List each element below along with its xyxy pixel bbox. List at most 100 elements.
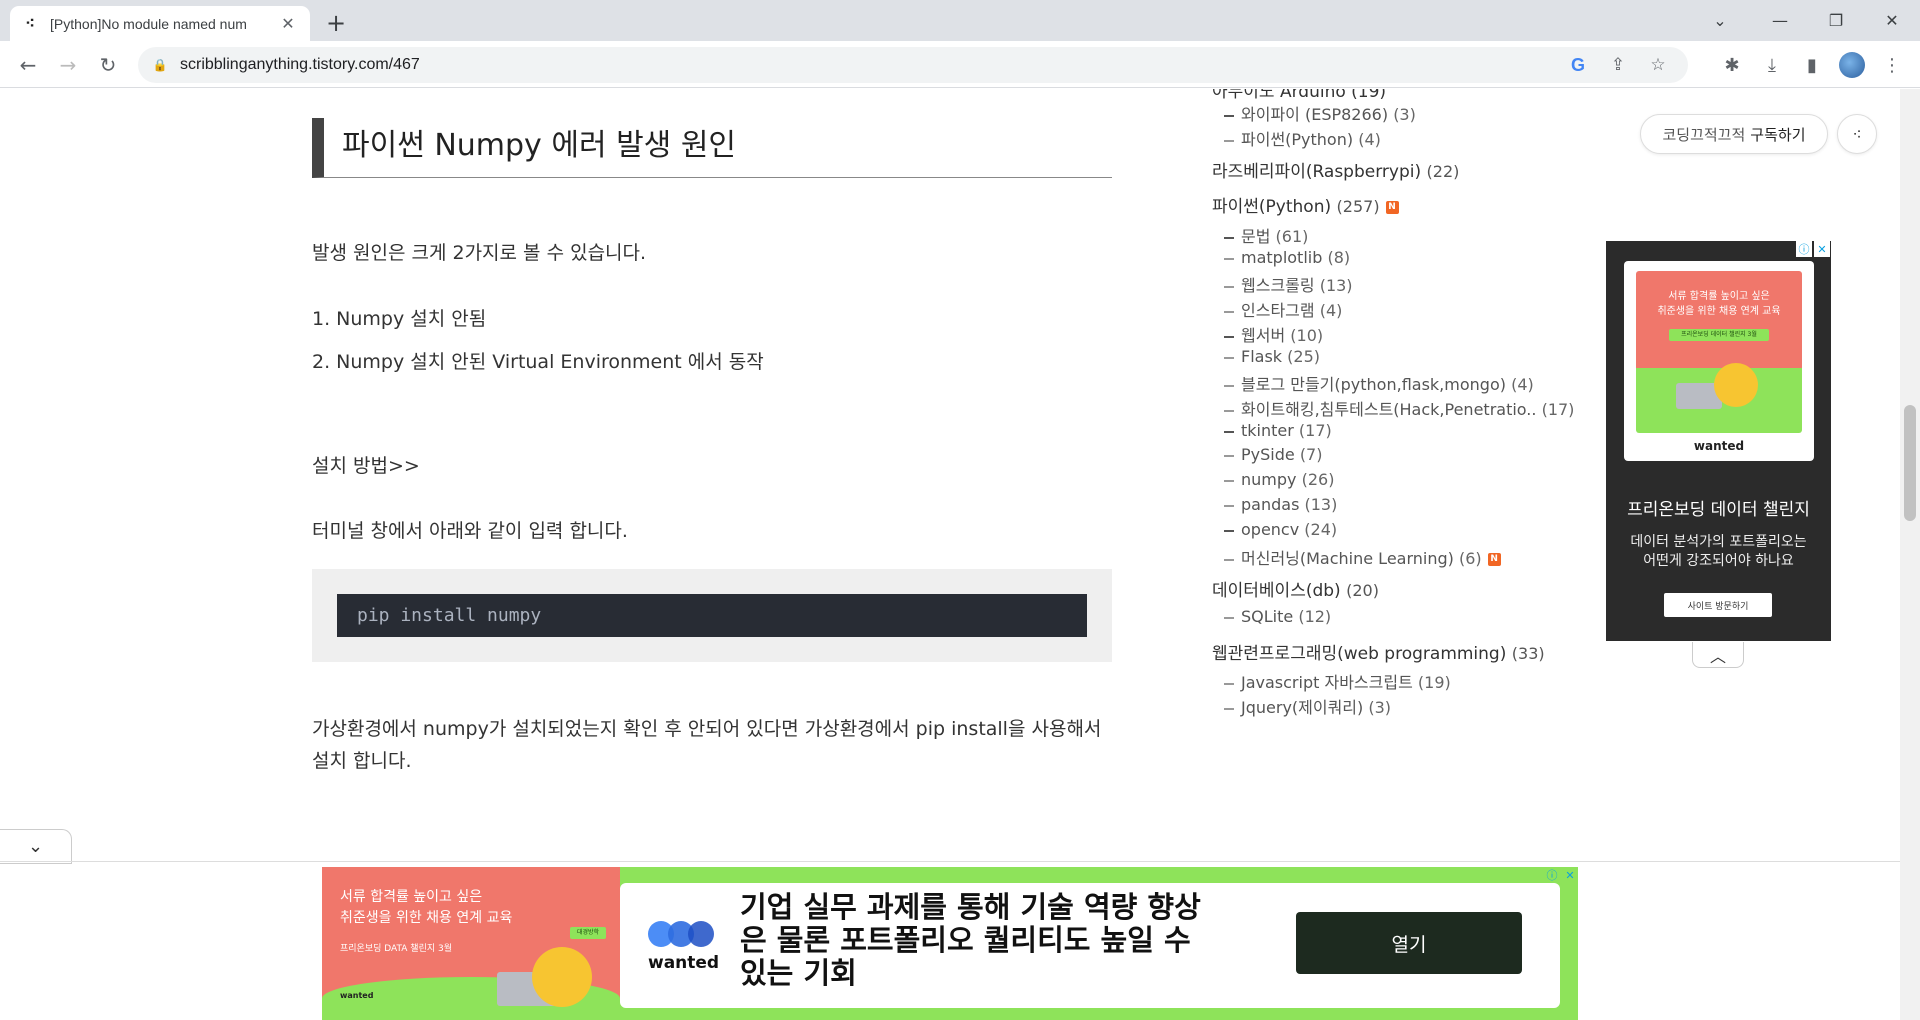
subcategory-link[interactable]: matplotlib (8) [1224, 248, 1350, 267]
restore-button[interactable]: ❐ [1808, 0, 1864, 41]
category-label: 웹서버 [1241, 326, 1286, 345]
category-label: PySide [1241, 445, 1295, 464]
dash-icon [1224, 529, 1234, 532]
category-count: (20) [1346, 581, 1379, 600]
dash-icon [1224, 616, 1234, 619]
category-label: 블로그 만들기(python,flask,mongo) [1241, 375, 1506, 394]
dash-icon [1224, 335, 1234, 338]
category-count: (24) [1304, 520, 1338, 539]
divider [0, 861, 1900, 862]
subcategory-link[interactable]: 머신러닝(Machine Learning) (6) N [1224, 545, 1501, 569]
wanted-logo-text: wanted [648, 953, 720, 973]
subcategory-link[interactable]: numpy (26) [1224, 470, 1334, 489]
dash-icon [1224, 384, 1234, 387]
google-translate-icon[interactable]: G [1562, 49, 1594, 81]
tab-search-icon[interactable]: ⌄ [1692, 0, 1748, 41]
download-icon[interactable]: ⤓ [1756, 49, 1788, 81]
subscribe-button[interactable]: 코딩끄적끄적 구독하기 [1640, 114, 1828, 154]
page-content: 파이썬 Numpy 에러 발생 원인 발생 원인은 크게 2가지로 볼 수 있습… [0, 89, 1920, 1020]
category-count: (4) [1319, 301, 1343, 320]
kebab-menu-icon[interactable]: ⋮ [1876, 49, 1908, 81]
category-link[interactable]: 웹관련프로그래밍(web programming) (33) [1212, 639, 1545, 664]
category-label: 와이파이 (ESP8266) [1241, 105, 1389, 124]
tab-strip: ⁖ [Python]No module named num ✕ + ⌄ — ❐ … [0, 0, 1920, 41]
subcategory-link[interactable]: 웹서버 (10) [1224, 322, 1323, 346]
profile-button[interactable] [1836, 49, 1868, 81]
ad-illustration: 서류 합격률 높이고 싶은 취준생을 위한 채용 연계 교육 프리온보딩 데이터 … [1636, 271, 1802, 433]
category-count: (3) [1393, 105, 1416, 124]
subcategory-link[interactable]: 파이썬(Python) (4) [1224, 126, 1381, 150]
subcategory-link[interactable]: 인스타그램 (4) [1224, 297, 1342, 321]
category-label: 파이썬(Python) [1241, 130, 1354, 149]
subcategory-link[interactable]: 와이파이 (ESP8266) (3) [1224, 101, 1416, 125]
subcategory-link[interactable]: 문법 (61) [1224, 223, 1308, 247]
subcategory-link[interactable]: Jquery(제이쿼리) (3) [1224, 694, 1391, 718]
category-count: (17) [1541, 400, 1575, 419]
visit-site-button[interactable]: 사이트 방문하기 [1664, 593, 1772, 617]
ad-panel[interactable]: wanted 기업 실무 과제를 통해 기술 역량 향상은 물론 포트폴리오 퀄… [620, 883, 1560, 1008]
subcategory-link[interactable]: pandas (13) [1224, 495, 1337, 514]
subcategory-link[interactable]: 화이트해킹,침투테스트(Hack,Penetratio.. (17) [1224, 396, 1574, 420]
reload-button[interactable]: ↻ [92, 49, 124, 81]
side-panel-icon[interactable]: ▮ [1796, 49, 1828, 81]
url-text[interactable]: scribblinganything.tistory.com/467 [180, 56, 1554, 74]
ad-card-headline: 서류 합격률 높이고 싶은 취준생을 위한 채용 연계 교육 [1657, 291, 1781, 317]
category-count: (10) [1290, 326, 1324, 345]
scrollbar-thumb[interactable] [1904, 405, 1916, 521]
category-link[interactable]: 파이썬(Python) (257) N [1212, 192, 1399, 217]
dash-icon [1224, 454, 1234, 457]
subcategory-link[interactable]: SQLite (12) [1224, 607, 1331, 626]
category-link[interactable]: 라즈베리파이(Raspberrypi) (22) [1212, 157, 1459, 182]
subcategory-link[interactable]: 블로그 만들기(python,flask,mongo) (4) [1224, 371, 1534, 395]
blog-menu-icon[interactable]: ⁖ [1837, 114, 1877, 154]
collapse-down-button[interactable]: ⌄ [0, 829, 72, 864]
code-line[interactable]: pip install numpy [337, 594, 1087, 637]
dash-icon [1224, 479, 1234, 482]
list-item: 1. Numpy 설치 안됨 [312, 308, 487, 330]
ad-chip: 대경방학 [570, 927, 606, 939]
bottom-advertisement[interactable]: 서류 합격률 높이고 싶은 취준생을 위한 채용 연계 교육 프리온보딩 DATA… [322, 867, 1578, 1020]
terminal-instruction: 터미널 창에서 아래와 같이 입력 합니다. [312, 520, 628, 542]
dash-icon [1224, 504, 1234, 507]
minimize-button[interactable]: — [1752, 0, 1808, 41]
bookmark-star-icon[interactable]: ☆ [1642, 49, 1674, 81]
ad-card[interactable]: 서류 합격률 높이고 싶은 취준생을 위한 채용 연계 교육 프리온보딩 데이터 … [1624, 261, 1814, 461]
forward-button[interactable]: → [52, 49, 84, 81]
adchoices-icon[interactable]: ⓘ [1796, 241, 1812, 257]
dash-icon [1224, 558, 1234, 561]
subcategory-link[interactable]: tkinter (17) [1224, 421, 1332, 440]
side-advertisement[interactable]: 서류 합격률 높이고 싶은 취준생을 위한 채용 연계 교육 프리온보딩 데이터 … [1606, 241, 1831, 641]
dash-icon [1224, 285, 1234, 288]
collapse-ad-button[interactable]: ︿ [1692, 642, 1744, 668]
new-tab-button[interactable]: + [322, 9, 350, 37]
subcategory-link[interactable]: 웹스크롤링 (13) [1224, 272, 1353, 296]
dash-icon [1224, 310, 1234, 313]
category-label: 인스타그램 [1241, 301, 1315, 320]
open-button[interactable]: 열기 [1296, 912, 1522, 974]
category-count: (26) [1301, 470, 1335, 489]
wanted-logo-icon [648, 921, 718, 947]
page-scrollbar[interactable] [1900, 89, 1920, 1020]
category-link[interactable]: 데이터베이스(db) (20) [1212, 576, 1379, 601]
browser-tab[interactable]: ⁖ [Python]No module named num ✕ [10, 6, 310, 41]
back-button[interactable]: ← [12, 49, 44, 81]
close-ad-icon[interactable]: ✕ [1562, 867, 1578, 883]
lock-icon[interactable]: 🔒 [152, 57, 168, 73]
category-count: (257) [1336, 197, 1380, 216]
adchoices-icon[interactable]: ⓘ [1544, 867, 1560, 883]
category-count: (12) [1298, 607, 1332, 626]
category-count: (25) [1287, 347, 1320, 366]
ad-banner-sub: 프리온보딩 DATA 챌린지 3월 [340, 944, 453, 954]
close-icon[interactable]: ✕ [278, 14, 298, 34]
subcategory-link[interactable]: Javascript 자바스크립트 (19) [1224, 669, 1451, 693]
subcategory-link[interactable]: PySide (7) [1224, 445, 1322, 464]
extensions-icon[interactable]: ✱ [1716, 49, 1748, 81]
close-ad-icon[interactable]: ✕ [1814, 241, 1830, 257]
subcategory-link[interactable]: opencv (24) [1224, 520, 1337, 539]
address-bar[interactable]: 🔒 scribblinganything.tistory.com/467 G ⇪… [138, 47, 1688, 83]
share-icon[interactable]: ⇪ [1602, 49, 1634, 81]
subcategory-link[interactable]: Flask (25) [1224, 347, 1320, 366]
category-count: (4) [1358, 130, 1381, 149]
close-window-button[interactable]: ✕ [1864, 0, 1920, 41]
category-label: opencv [1241, 520, 1300, 539]
